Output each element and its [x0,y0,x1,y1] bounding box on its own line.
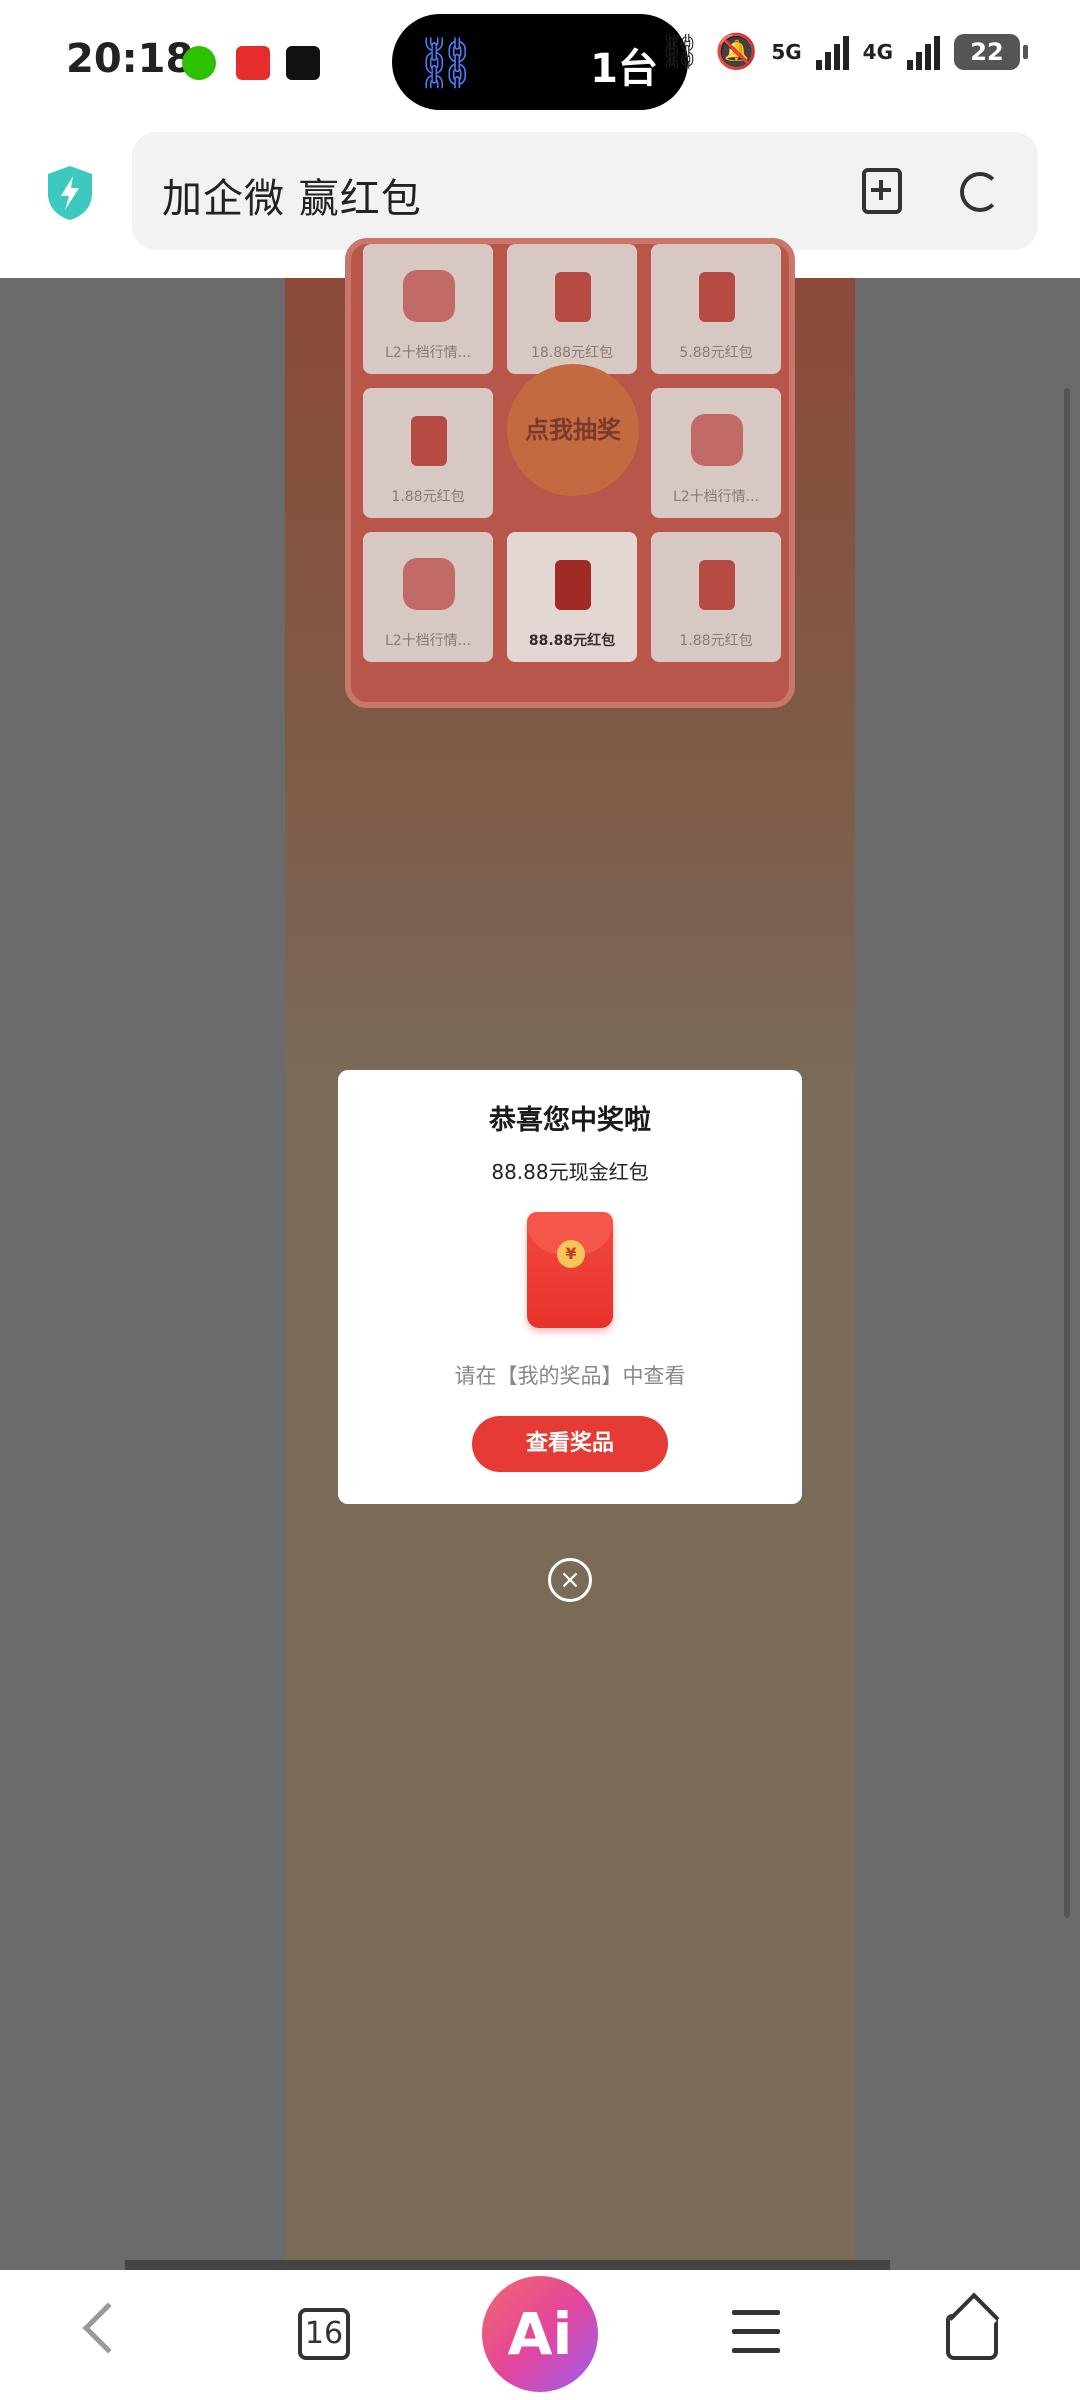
prize-cell[interactable]: L2十档行情... [651,388,781,518]
red-envelope-icon: ¥ [527,1212,613,1328]
network-4g: 4G [862,40,893,64]
document-icon [691,414,743,466]
prize-cell[interactable]: L2十档行情... [363,244,493,374]
menu-icon[interactable] [732,2310,780,2354]
island-text: 1台 [590,46,658,92]
prize-label: 1.88元红包 [679,633,753,649]
prize-dialog: 恭喜您中奖啦 88.88元现金红包 ¥ 请在【我的奖品】中查看 查看奖品 [338,1070,802,1504]
close-icon[interactable]: × [548,1558,592,1602]
dialog-title: 恭喜您中奖啦 [489,1105,651,1136]
add-bookmark-icon[interactable] [862,168,902,214]
prize-cell[interactable]: L2十档行情... [363,532,493,662]
red-packet-icon [555,272,591,322]
page-title[interactable]: 加企微 赢红包 [162,166,422,224]
status-bar: 20:18 ⛓ 1台 ⛓ 🔕 5G 4G 22 [0,0,1080,130]
reload-icon[interactable] [960,172,1000,212]
prize-cell[interactable]: 18.88元红包 [507,244,637,374]
prize-label: 1.88元红包 [391,489,465,505]
red-packet-icon [699,560,735,610]
document-icon [403,558,455,610]
home-icon[interactable] [946,2314,998,2360]
lottery-board: L2十档行情... 18.88元红包 5.88元红包 1.88元红包 点我抽奖 [345,238,795,708]
document-icon [403,270,455,322]
signal-icon [815,34,849,70]
prize-cell-selected[interactable]: 88.88元红包 [507,532,637,662]
back-icon[interactable] [82,2302,134,2354]
prize-label: 5.88元红包 [679,345,753,361]
address-bar[interactable]: 加企微 赢红包 [132,132,1038,250]
link-icon: ⛓ [414,34,478,92]
prize-label: L2十档行情... [384,345,472,361]
prize-cell[interactable]: 1.88元红包 [651,532,781,662]
yuan-coin-icon: ¥ [557,1240,585,1268]
prize-cell[interactable]: 1.88元红包 [363,388,493,518]
prize-label: L2十档行情... [672,489,760,505]
app-notification-icon [236,46,270,80]
dynamic-island[interactable]: ⛓ 1台 [392,14,688,110]
prize-label: 88.88元红包 [528,633,616,649]
prize-label: L2十档行情... [384,633,472,649]
prize-name: 88.88元现金红包 [491,1160,649,1184]
link-status-icon: ⛓ [657,32,701,72]
signal-icon-2 [907,34,940,70]
app-notification-icon-2 [286,46,320,80]
toolbar-edge [125,2260,890,2270]
prize-label: 18.88元红包 [530,345,614,361]
mute-icon: 🔕 [714,32,758,72]
red-packet-icon [699,272,735,322]
network-5g: 5G [771,40,802,64]
scrollbar[interactable] [1064,388,1070,1918]
status-icons: ⛓ 🔕 5G 4G 22 [657,32,1028,72]
draw-button[interactable]: 点我抽奖 [507,364,639,496]
wechat-notification-icon [182,46,216,80]
tabs-button[interactable]: 16 [298,2308,350,2360]
ai-assistant-button[interactable]: Ai [482,2276,598,2392]
shield-icon[interactable] [45,164,95,222]
clock: 20:18 [66,36,194,82]
battery-icon: 22 [954,34,1028,70]
red-packet-icon [411,416,447,466]
red-packet-icon [555,560,591,610]
prize-cell[interactable]: 5.88元红包 [651,244,781,374]
bottom-nav: 16 Ai [0,2260,1080,2400]
view-prize-button[interactable]: 查看奖品 [472,1416,668,1472]
dialog-hint: 请在【我的奖品】中查看 [454,1364,686,1388]
